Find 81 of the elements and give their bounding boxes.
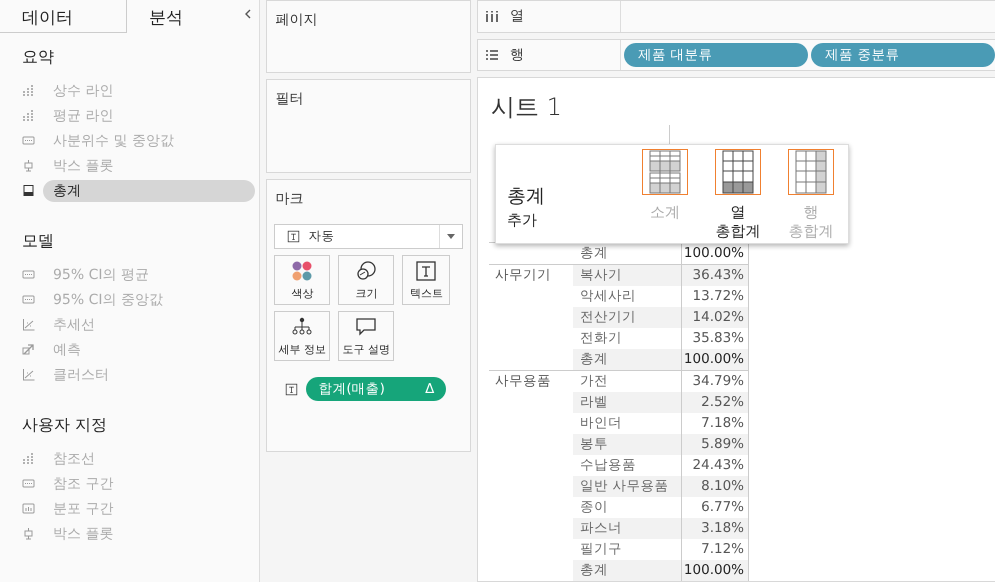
table-cell: 사무기기 xyxy=(495,267,551,283)
table-cell: 수납용품 xyxy=(573,455,682,476)
table-cell: 100.00% xyxy=(682,560,748,581)
mark-type-dropdown[interactable]: 자동 xyxy=(274,224,463,249)
table-cell: 총계 xyxy=(573,243,682,264)
box-icon xyxy=(22,527,35,540)
sidebar-tab[interactable]: 데이터 xyxy=(0,0,128,33)
popup-subtitle: 추가 xyxy=(507,211,537,229)
shelf-label: 행 xyxy=(510,46,524,64)
table-cell: 파스너 xyxy=(573,518,682,539)
detail-icon xyxy=(291,316,314,338)
field-pill[interactable]: 합계(매출) Δ xyxy=(306,377,446,401)
option-tile[interactable] xyxy=(715,149,761,195)
trend-icon xyxy=(22,318,35,331)
table-cell: 100.00% xyxy=(682,349,748,370)
line-icon xyxy=(22,109,35,122)
option-label: 소계 xyxy=(650,203,680,222)
forecast-icon xyxy=(22,343,35,356)
option-label: 열 총합계 xyxy=(716,203,760,241)
box-icon xyxy=(22,159,35,172)
mark-button[interactable]: 색상 xyxy=(274,255,330,305)
table-cell: 일반 사무용품 xyxy=(573,476,682,497)
line-icon xyxy=(22,84,35,97)
trend-icon xyxy=(22,368,35,381)
table-cell: 총계 xyxy=(573,560,682,581)
collapse-icon[interactable] xyxy=(243,8,254,20)
band-icon xyxy=(22,268,35,281)
table-cell: 3.18% xyxy=(682,518,748,539)
band-icon xyxy=(22,477,35,490)
text-icon xyxy=(287,230,300,243)
tooltip-icon xyxy=(355,316,378,338)
table-cell: 종이 xyxy=(573,497,682,518)
panel-title: 마크 xyxy=(275,190,304,208)
option-tile[interactable] xyxy=(788,149,834,195)
panel-title: 페이지 xyxy=(275,11,318,29)
table-cell: 2.52% xyxy=(682,392,748,413)
analytics-item[interactable]: 총계 xyxy=(43,180,256,202)
section-title: 모델 xyxy=(22,231,54,250)
caret-icon xyxy=(447,234,455,239)
field-pill[interactable]: 제품 대분류 xyxy=(624,42,808,67)
total-icon xyxy=(22,184,35,197)
rows-icon xyxy=(486,50,498,60)
table-cell: 전화기 xyxy=(573,328,682,349)
columns-icon xyxy=(486,10,498,22)
color-icon xyxy=(291,260,314,282)
popup-title: 총계 xyxy=(507,185,545,207)
table-cell: 총계 xyxy=(573,349,682,370)
table-cell: 바인더 xyxy=(573,413,682,434)
table-cell: 8.10% xyxy=(682,476,748,497)
grid-icon xyxy=(721,149,755,195)
table-cell: 필기구 xyxy=(573,539,682,560)
text-icon xyxy=(415,260,438,282)
text-icon xyxy=(285,382,298,396)
table-cell: 봉투 xyxy=(573,434,682,455)
line-icon xyxy=(22,452,35,465)
table-cell: 36.43% xyxy=(682,264,748,286)
table-cell: 5.89% xyxy=(682,434,748,455)
sheet-title: 시트 1 xyxy=(491,92,562,123)
mark-button[interactable]: 도구 설명 xyxy=(338,311,394,361)
mark-button[interactable]: 텍스트 xyxy=(402,255,450,305)
option-label: 행 총합계 xyxy=(788,203,834,241)
table-cell: 악세사리 xyxy=(573,286,682,307)
distribution-icon xyxy=(22,502,35,515)
section-title: 사용자 지정 xyxy=(22,415,108,434)
grid-icon xyxy=(648,149,682,195)
table-cell: 14.02% xyxy=(682,307,748,328)
field-pill[interactable]: 제품 중분류 xyxy=(811,42,995,67)
shelf-label: 열 xyxy=(510,7,524,26)
grid-icon xyxy=(794,149,828,195)
mark-button[interactable]: 크기 xyxy=(338,255,394,305)
mark-button[interactable]: 세부 정보 xyxy=(274,311,330,361)
table-cell: 복사기 xyxy=(573,264,682,286)
table-cell: 사무용품 xyxy=(495,373,551,389)
option-tile[interactable] xyxy=(642,149,688,195)
table-cell: 라벨 xyxy=(573,392,682,413)
section-title: 요약 xyxy=(22,47,54,66)
size-icon xyxy=(355,260,378,282)
band-icon xyxy=(22,134,35,147)
panel-title: 필터 xyxy=(275,90,304,108)
table-cell: 전산기기 xyxy=(573,307,682,328)
band-icon xyxy=(22,293,35,306)
